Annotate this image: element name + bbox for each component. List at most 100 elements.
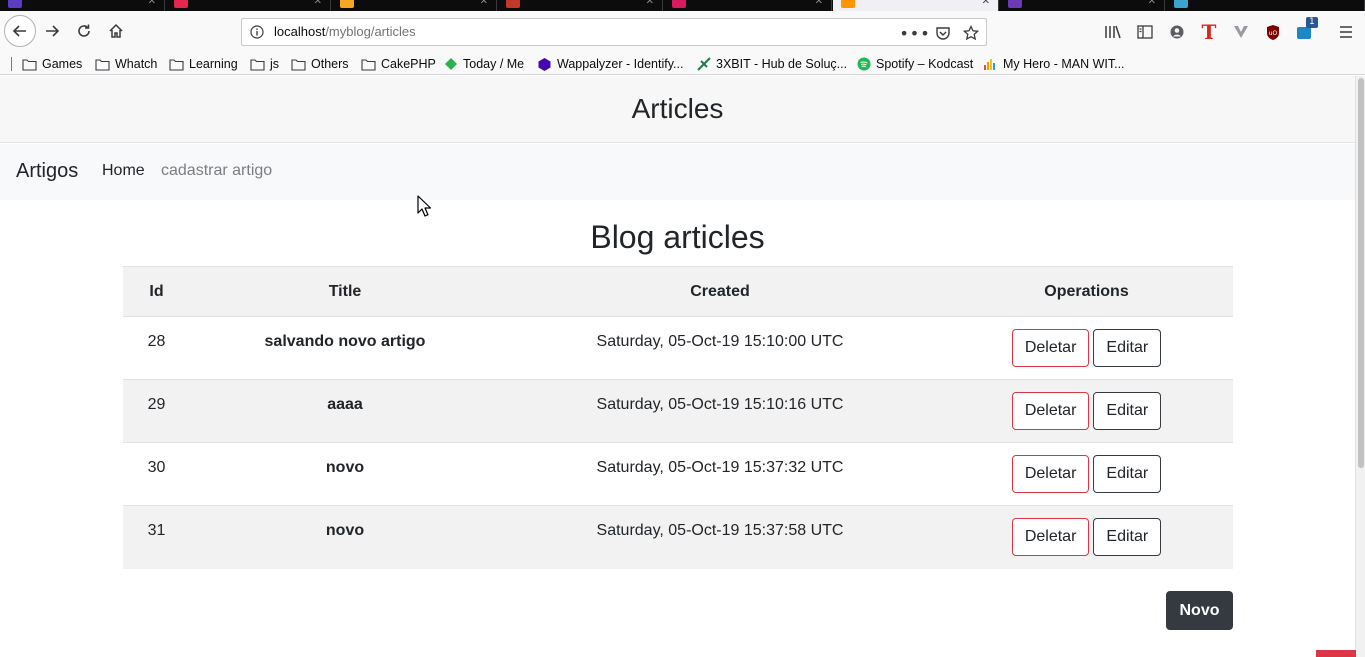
cell-title: novo	[190, 505, 500, 569]
bookmarks-separator	[11, 57, 12, 71]
close-tab-icon[interactable]: ✕	[480, 0, 488, 7]
navbar-brand[interactable]: Artigos	[16, 160, 78, 183]
browser-tab-8[interactable]	[1166, 0, 1365, 11]
t-extension-icon[interactable]: T	[1199, 20, 1219, 44]
delete-button[interactable]: Deletar	[1011, 518, 1090, 556]
bookmark-star-icon[interactable]	[962, 24, 980, 42]
cell-created: Saturday, 05-Oct-19 15:10:00 UTC	[500, 316, 940, 380]
corner-indicator	[1316, 650, 1356, 657]
bookmark-item[interactable]: My Hero - MAN WIT...	[983, 55, 1125, 73]
edit-button[interactable]: Editar	[1093, 392, 1162, 430]
browser-tab-active[interactable]: ✕	[833, 0, 999, 11]
browser-tab-7[interactable]: ✕	[1000, 0, 1165, 11]
reload-icon	[78, 24, 90, 37]
feedly-icon	[444, 57, 458, 71]
bookmark-label: 3XBIT - Hub de Soluç...	[716, 57, 848, 71]
bookmark-item[interactable]: js	[250, 55, 279, 73]
bookmark-label: CakePHP	[381, 57, 436, 71]
browser-tab-5[interactable]: ✕	[664, 0, 832, 11]
browser-tab-3[interactable]: ✕	[332, 0, 497, 11]
header-operations: Operations	[940, 266, 1233, 317]
edit-button[interactable]: Editar	[1093, 455, 1162, 493]
bookmark-item[interactable]: Games	[22, 55, 82, 73]
edit-button[interactable]: Editar	[1093, 518, 1162, 556]
cell-id: 31	[123, 505, 190, 569]
browser-tab-1[interactable]: ✕	[0, 0, 165, 11]
table-row: 29 aaaa Saturday, 05-Oct-19 15:10:16 UTC De…	[123, 379, 1233, 443]
tab-favicon	[174, 0, 188, 8]
cell-created: Saturday, 05-Oct-19 15:37:58 UTC	[500, 505, 940, 569]
nav-link-new-article[interactable]: cadastrar artigo	[161, 162, 272, 180]
forward-button[interactable]	[38, 17, 66, 45]
tab-favicon	[8, 0, 22, 8]
close-tab-icon[interactable]: ✕	[148, 0, 156, 7]
bookmark-item[interactable]: Others	[291, 55, 349, 73]
bookmark-item[interactable]: Wappalyzer - Identify...	[537, 55, 683, 73]
bookmark-item[interactable]: Whatch	[95, 55, 157, 73]
page-header: Articles	[0, 76, 1355, 143]
hamburger-menu-icon[interactable]	[1336, 22, 1356, 42]
articles-table: Id Title Created Operations 28 salvando n…	[123, 266, 1233, 569]
library-icon[interactable]	[1103, 22, 1123, 42]
browser-tab-2[interactable]: ✕	[166, 0, 331, 11]
url-bar[interactable]: localhost/myblog/articles •••	[241, 18, 987, 46]
browser-tab-4[interactable]: ✕	[498, 0, 663, 11]
delete-button[interactable]: Deletar	[1011, 392, 1090, 430]
bookmark-item[interactable]: Today / Me	[444, 55, 524, 73]
delete-button[interactable]: Deletar	[1011, 329, 1090, 367]
cell-title: aaaa	[190, 379, 500, 443]
ublock-origin-icon[interactable]: uO	[1263, 22, 1283, 42]
extension-with-badge-icon[interactable]: 1	[1295, 17, 1318, 42]
url-text[interactable]: localhost/myblog/articles	[274, 24, 416, 39]
table-row: 31 novo Saturday, 05-Oct-19 15:37:58 UTC De…	[123, 505, 1233, 569]
close-tab-icon[interactable]: ✕	[815, 0, 823, 7]
vee-extension-icon[interactable]	[1231, 22, 1251, 42]
sidebar-icon[interactable]	[1135, 22, 1155, 42]
edit-button[interactable]: Editar	[1093, 329, 1162, 367]
cell-created: Saturday, 05-Oct-19 15:37:32 UTC	[500, 442, 940, 506]
new-article-button[interactable]: Novo	[1166, 591, 1233, 630]
home-button[interactable]	[102, 17, 130, 45]
account-icon[interactable]	[1167, 22, 1187, 42]
table-row: 30 novo Saturday, 05-Oct-19 15:37:32 UTC De…	[123, 442, 1233, 506]
cell-operations: Deletar Editar	[940, 442, 1233, 506]
arrow-left-icon	[12, 25, 26, 37]
close-tab-icon[interactable]: ✕	[982, 0, 990, 7]
cell-operations: Deletar Editar	[940, 379, 1233, 443]
close-tab-icon[interactable]: ✕	[646, 0, 654, 7]
content-title: Blog articles	[590, 219, 765, 255]
tab-favicon	[340, 0, 354, 8]
cell-title: salvando novo artigo	[190, 316, 500, 380]
scrollbar-thumb[interactable]	[1358, 78, 1364, 468]
spotify-icon	[857, 57, 871, 71]
tab-favicon	[672, 0, 686, 8]
table-header-row: Id Title Created Operations	[123, 266, 1233, 317]
bookmark-item[interactable]: Learning	[169, 55, 238, 73]
arrow-right-icon	[46, 25, 60, 37]
bookmark-item[interactable]: Spotify – Kodcast	[857, 55, 973, 73]
bookmark-item[interactable]: CakePHP	[361, 55, 436, 73]
folder-icon	[250, 58, 265, 71]
folder-icon	[291, 58, 306, 71]
reload-button[interactable]	[70, 17, 98, 45]
delete-button[interactable]: Deletar	[1011, 455, 1090, 493]
back-button[interactable]	[4, 15, 36, 47]
header-id: Id	[123, 266, 190, 317]
bookmark-item[interactable]: 3XBIT - Hub de Soluç...	[697, 55, 847, 73]
cell-operations: Deletar Editar	[940, 316, 1233, 380]
app-navbar: Artigos Home cadastrar artigo	[0, 144, 1355, 200]
header-created: Created	[500, 266, 940, 317]
browser-toolbar: localhost/myblog/articles ••• T uO 1	[0, 11, 1365, 53]
bookmarks-toolbar: Games Whatch Learning js Others CakePHP Today …	[0, 53, 1365, 75]
page-scrollbar[interactable]	[1355, 76, 1365, 657]
mouse-cursor-icon	[417, 195, 431, 217]
close-tab-icon[interactable]: ✕	[314, 0, 322, 7]
folder-icon	[95, 58, 110, 71]
page-actions-icon[interactable]: •••	[899, 24, 929, 43]
pocket-icon[interactable]	[934, 24, 952, 42]
nav-link-home[interactable]: Home	[102, 162, 145, 180]
info-icon[interactable]	[250, 25, 264, 39]
close-tab-icon[interactable]: ✕	[1148, 0, 1156, 7]
tab-favicon	[506, 0, 520, 8]
table-row: 28 salvando novo artigo Saturday, 05-Oct-1…	[123, 316, 1233, 380]
